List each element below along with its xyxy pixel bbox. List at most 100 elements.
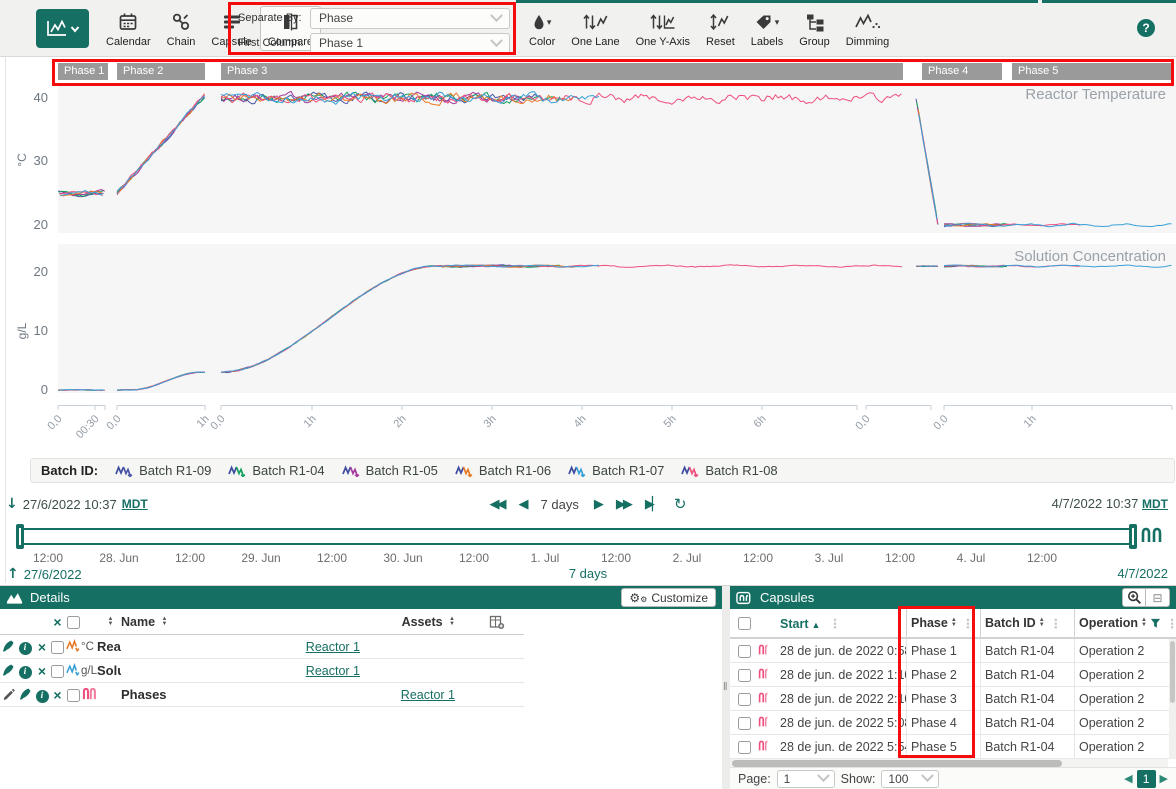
phase-column-header[interactable]: Phase ▲▼ ⋮ [906, 609, 980, 637]
batch-id-column-header[interactable]: Batch ID ▲▼ ⋮ [980, 609, 1074, 637]
row-checkbox[interactable] [50, 663, 65, 678]
details-row[interactable]: i × g/L Solution Concentration React [0, 659, 524, 683]
asset-link[interactable]: Reactor 1 [306, 640, 360, 654]
zoom-to-capsules-button[interactable] [1122, 588, 1146, 607]
edit-pencil-icon[interactable] [0, 687, 16, 703]
capsule-checkbox[interactable] [730, 643, 758, 657]
info-icon[interactable]: i [16, 662, 34, 679]
operation-column-header[interactable]: Operation ▲▼ ⋮ [1074, 609, 1176, 637]
bottom-panels: Details ⚙⚙ Customize × ▲▼ Name ▲▼ Assets [0, 585, 1176, 789]
asset-cell: Reactor 1 [121, 663, 374, 678]
info-icon[interactable]: i [16, 638, 34, 655]
tool-chain[interactable]: Chain [159, 6, 204, 51]
remove-all-column-header[interactable]: × [50, 614, 65, 630]
capsule-time-icon[interactable] [1141, 526, 1165, 544]
select-all-checkbox[interactable] [65, 614, 81, 628]
range-end-datetime[interactable]: 4/7/2022 10:37 [1052, 496, 1139, 511]
panel-splitter[interactable]: ‖ [722, 586, 730, 789]
step-forward-half-button[interactable]: ▶ [594, 497, 601, 512]
details-row[interactable]: i × °C Reactor Temperature Reactor 1 [0, 635, 524, 659]
legend-entry[interactable]: Batch R1-05 [342, 463, 438, 478]
asset-link[interactable]: Reactor 1 [306, 664, 360, 678]
remove-icon[interactable]: × [50, 689, 65, 701]
start-column-header[interactable]: Start▲ ⋮ [780, 616, 906, 631]
phase-column-header[interactable]: Phase 3 [221, 63, 903, 80]
asset-link[interactable]: Reactor 1 [401, 688, 455, 702]
range-end-timezone[interactable]: MDT [1142, 497, 1168, 511]
phase-column-header[interactable]: Phase 2 [117, 63, 205, 80]
trend-view-button[interactable] [36, 9, 89, 48]
capsule-row[interactable]: 28 de jun. de 2022 5:54 Phase 5 Batch R1… [730, 735, 1176, 759]
assets-column-header[interactable]: Assets ▲▼ [374, 615, 469, 629]
capsule-row[interactable]: 28 de jun. de 2022 1:10 Phase 2 Batch R1… [730, 663, 1176, 687]
current-page-button[interactable]: 1 [1137, 770, 1156, 788]
phase-column-header[interactable]: Phase 5 [1012, 63, 1172, 80]
page-select[interactable]: 1 [777, 770, 835, 788]
step-back-full-button[interactable]: ◀◀ [490, 497, 504, 512]
capsule-checkbox[interactable] [730, 691, 758, 705]
add-column-icon[interactable] [469, 614, 524, 629]
range-duration[interactable]: 7 days [541, 497, 579, 512]
lane-title-concentration: Solution Concentration [1014, 248, 1166, 265]
tool-labels[interactable]: ▾ Labels [743, 6, 791, 51]
trend-send-icon[interactable] [0, 639, 16, 655]
tool-one-lane[interactable]: One Lane [563, 6, 627, 51]
phase-column-header[interactable]: Phase 1 [58, 63, 108, 80]
details-row[interactable]: i × Phases Reactor [0, 683, 524, 707]
sort-color-column[interactable]: ▲▼ [97, 615, 121, 629]
separate-by-select[interactable]: Phase [310, 8, 510, 29]
tool-dimming[interactable]: Dimming [838, 6, 897, 51]
row-checkbox[interactable] [50, 639, 65, 654]
item-name[interactable]: Solution Concentration [97, 663, 121, 678]
legend-entry[interactable]: Batch R1-08 [681, 463, 777, 478]
step-forward-full-button[interactable]: ▶▶ [616, 497, 630, 512]
trend-send-icon[interactable] [0, 663, 16, 679]
capsule-checkbox[interactable] [730, 739, 758, 753]
timeline-left-handle[interactable] [16, 524, 24, 549]
first-column-select[interactable]: Phase 1 [310, 33, 510, 54]
capsule-row[interactable]: 28 de jun. de 2022 5:08 Phase 4 Batch R1… [730, 711, 1176, 735]
tool-one-y-axis[interactable]: One Y-Axis [628, 6, 698, 51]
one-y-axis-icon [649, 10, 676, 34]
info-icon[interactable]: i [34, 686, 50, 703]
refresh-icon[interactable]: ↻ [674, 495, 687, 513]
prev-page-button[interactable]: ◀ [1124, 772, 1132, 785]
vertical-scrollbar[interactable] [1169, 639, 1176, 759]
timeline-tick: 4. Jul [936, 551, 1006, 565]
y-tick-label: 10 [8, 323, 48, 338]
item-name[interactable]: Reactor Temperature [97, 639, 121, 654]
capsule-row[interactable]: 28 de jun. de 2022 2:10 Phase 3 Batch R1… [730, 687, 1176, 711]
tool-group[interactable]: Group [791, 6, 838, 51]
timeline-range-bar[interactable] [20, 528, 1133, 545]
next-page-button[interactable]: ▶ [1160, 772, 1168, 785]
name-column-header[interactable]: Name ▲▼ [121, 615, 374, 629]
legend-entry[interactable]: Batch R1-04 [228, 463, 324, 478]
collapse-panel-button[interactable]: ⊟ [1146, 588, 1170, 607]
tool-color[interactable]: ▾ Color [521, 6, 563, 51]
tool-calendar[interactable]: Calendar [98, 6, 159, 51]
legend-entry[interactable]: Batch R1-06 [455, 463, 551, 478]
capsule-row[interactable]: 28 de jun. de 2022 0:58 Phase 1 Batch R1… [730, 639, 1176, 663]
select-all-capsules-checkbox[interactable] [730, 616, 758, 630]
timeline-right-handle[interactable] [1129, 524, 1137, 549]
tool-reset[interactable]: Reset [698, 6, 743, 51]
phase-column-header[interactable]: Phase 4 [922, 63, 1002, 80]
help-button[interactable]: ? [1137, 19, 1155, 37]
capsule-checkbox[interactable] [730, 715, 758, 729]
capsule-checkbox[interactable] [730, 667, 758, 681]
step-to-end-button[interactable]: ▶▏ [645, 497, 659, 512]
show-select[interactable]: 100 [881, 770, 939, 788]
customize-button[interactable]: ⚙⚙ Customize [621, 588, 716, 607]
row-checkbox[interactable] [65, 687, 81, 702]
separate-by-group: Separate By: Phase First Column: Phase 1 [238, 7, 510, 57]
legend-title: Batch ID: [41, 463, 98, 478]
step-back-half-button[interactable]: ◀ [519, 497, 526, 512]
legend-entry[interactable]: Batch R1-09 [115, 463, 211, 478]
legend-entry[interactable]: Batch R1-07 [568, 463, 664, 478]
trend-send-icon[interactable] [16, 687, 34, 703]
item-name[interactable]: Phases [121, 687, 374, 702]
remove-icon[interactable]: × [34, 641, 50, 653]
remove-icon[interactable]: × [34, 665, 50, 677]
y-tick-label: 20 [8, 264, 48, 279]
investigate-end-date[interactable]: 4/7/2022 [1117, 566, 1168, 581]
